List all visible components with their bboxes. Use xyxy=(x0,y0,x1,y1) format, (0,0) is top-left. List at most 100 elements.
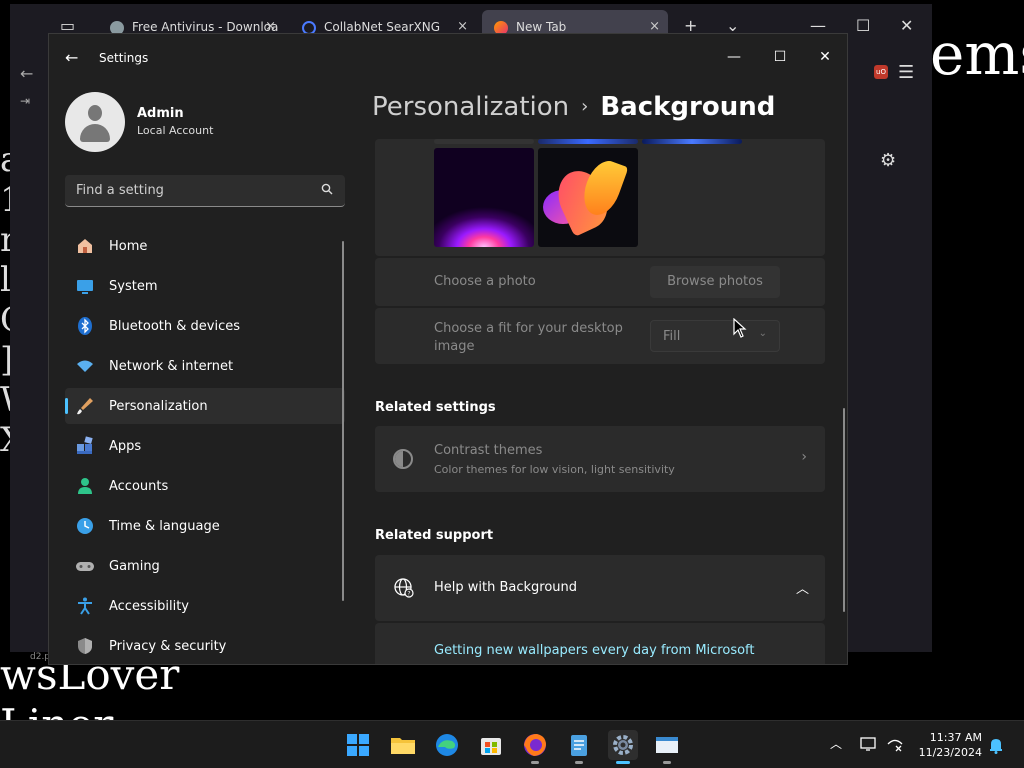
taskbar: ︿ 11:37 AM 11/23/2024 xyxy=(0,720,1024,768)
close-button[interactable]: ✕ xyxy=(810,42,840,72)
clock-date: 11/23/2024 xyxy=(918,746,982,759)
account-type: Local Account xyxy=(137,124,214,137)
network-status-icon[interactable] xyxy=(886,736,904,752)
wallpaper-thumbnail[interactable] xyxy=(642,139,742,144)
choose-photo-label: Choose a photo xyxy=(434,274,536,289)
app-window-button[interactable] xyxy=(652,730,682,764)
back-arrow-icon[interactable]: ← xyxy=(65,48,78,67)
fit-dropdown-value: Fill xyxy=(663,329,681,344)
sidebar-item-system[interactable]: System xyxy=(65,268,345,304)
user-name: Admin xyxy=(137,106,184,121)
browser-back-icon[interactable]: ← xyxy=(20,64,33,83)
sidebar-item-time-language[interactable]: Time & language xyxy=(65,508,345,544)
help-with-background-title: Help with Background xyxy=(434,580,578,595)
breadcrumb-parent[interactable]: Personalization xyxy=(372,92,569,122)
related-support-heading: Related support xyxy=(375,528,494,543)
contrast-icon-half xyxy=(395,451,403,467)
content-pane: Choose a photo Browse photos Choose a fi… xyxy=(375,139,825,664)
wallpaper-thumbnail[interactable] xyxy=(434,139,534,144)
sidebar-scrollbar[interactable] xyxy=(342,241,344,601)
chevron-up-icon[interactable]: ︿ xyxy=(796,578,809,597)
show-hidden-icons-chevron-icon[interactable]: ︿ xyxy=(830,735,842,752)
firefox-button[interactable] xyxy=(520,730,550,764)
start-button[interactable] xyxy=(343,730,373,760)
recent-images-card xyxy=(375,139,825,256)
help-with-background-card[interactable]: ? Help with Background ︿ xyxy=(375,555,825,621)
search-input[interactable] xyxy=(65,175,305,206)
choose-fit-label: Choose a fit for your desktop image xyxy=(434,321,623,354)
sidebar-item-accessibility[interactable]: Accessibility xyxy=(65,588,345,624)
avatar-head xyxy=(88,105,102,121)
active-indicator xyxy=(65,398,68,414)
settings-titlebar: ← Settings — ☐ ✕ xyxy=(49,34,847,82)
related-settings-heading: Related settings xyxy=(375,400,496,415)
sidebar-item-label: Personalization xyxy=(109,399,208,414)
chevron-down-icon: ⌄ xyxy=(758,328,767,339)
notification-bell-icon[interactable] xyxy=(988,736,1004,754)
wallpapers-link[interactable]: Getting new wallpapers every day from Mi… xyxy=(434,643,755,658)
edge-button[interactable] xyxy=(432,730,462,760)
active-indicator xyxy=(616,761,630,764)
avatar[interactable] xyxy=(65,92,125,152)
store-button[interactable] xyxy=(476,730,506,760)
tab-close-icon[interactable]: × xyxy=(265,19,276,34)
sidebar-nav: Home System Bluetooth & devices Network … xyxy=(65,228,345,664)
file-explorer-button[interactable] xyxy=(388,730,418,760)
search-box[interactable] xyxy=(65,175,345,207)
home-icon xyxy=(78,239,92,253)
display-icon[interactable] xyxy=(860,736,878,752)
clock[interactable]: 11:37 AM 11/23/2024 xyxy=(912,730,982,760)
sidebar-item-personalization[interactable]: Personalization xyxy=(65,388,345,424)
browser-menu-icon[interactable]: ☰ xyxy=(898,62,914,83)
settings-window: ← Settings — ☐ ✕ Admin Local Account Hom… xyxy=(48,33,848,665)
sidebar-item-apps[interactable]: Apps xyxy=(65,428,345,464)
app-title: Settings xyxy=(99,51,149,65)
privacy-icon xyxy=(78,638,92,654)
wallpaper-thumbnail-flower[interactable] xyxy=(538,148,638,247)
sidebar-item-home[interactable]: Home xyxy=(65,228,345,264)
sidebar-item-gaming[interactable]: Gaming xyxy=(65,548,345,584)
fit-dropdown[interactable]: Fill ⌄ xyxy=(650,320,780,352)
mouse-cursor-icon xyxy=(733,318,747,338)
contrast-themes-card[interactable]: Contrast themes Color themes for low vis… xyxy=(375,426,825,492)
system-icon xyxy=(77,280,93,294)
browser-maximize-button[interactable]: ☐ xyxy=(856,16,870,35)
browser-close-button[interactable]: ✕ xyxy=(900,16,913,35)
time-language-icon xyxy=(77,518,93,534)
store-icon xyxy=(481,738,501,755)
sidebar-item-privacy[interactable]: Privacy & security xyxy=(65,628,345,664)
sidebar-item-network[interactable]: Network & internet xyxy=(65,348,345,384)
firefox-icon xyxy=(524,734,546,756)
sidebar-item-accounts[interactable]: Accounts xyxy=(65,468,345,504)
app-window-icon xyxy=(656,737,678,753)
apps-icon xyxy=(77,436,93,454)
wallpaper-thumbnail[interactable] xyxy=(538,139,638,144)
choose-fit-row: Choose a fit for your desktop image Fill… xyxy=(375,308,825,364)
settings-taskbar-button[interactable] xyxy=(608,730,638,764)
sidebar-item-label: Bluetooth & devices xyxy=(109,319,240,334)
ublock-icon[interactable]: uO xyxy=(874,65,888,79)
browse-photos-button[interactable]: Browse photos xyxy=(650,266,780,298)
wallpaper-thumbnail-glow[interactable] xyxy=(434,148,534,247)
page-title: Background xyxy=(600,92,776,122)
sidebar-item-label: Accounts xyxy=(109,479,169,494)
import-icon[interactable]: ⇥ xyxy=(20,94,30,108)
sidebar-item-label: Gaming xyxy=(109,559,160,574)
sidebar-item-bluetooth[interactable]: Bluetooth & devices xyxy=(65,308,345,344)
content-scrollbar[interactable] xyxy=(843,408,845,612)
tab-close-icon[interactable]: × xyxy=(457,19,468,34)
choose-photo-row: Choose a photo Browse photos xyxy=(375,258,825,306)
avatar-body xyxy=(80,124,110,142)
newtab-settings-gear-icon[interactable]: ⚙ xyxy=(880,150,896,171)
minimize-button[interactable]: — xyxy=(719,42,749,72)
search-icon[interactable] xyxy=(321,183,333,195)
tab-label: Free Antivirus - Downloa xyxy=(132,20,279,34)
chevron-right-icon: › xyxy=(801,449,807,465)
tab-close-icon[interactable]: × xyxy=(649,19,660,34)
notepad-button[interactable] xyxy=(564,730,594,764)
svg-text:?: ? xyxy=(407,591,410,598)
maximize-button[interactable]: ☐ xyxy=(765,42,795,72)
tab-label: CollabNet SearXNG xyxy=(324,20,441,34)
personalization-icon xyxy=(77,398,93,415)
sidebar-item-label: Apps xyxy=(109,439,142,454)
